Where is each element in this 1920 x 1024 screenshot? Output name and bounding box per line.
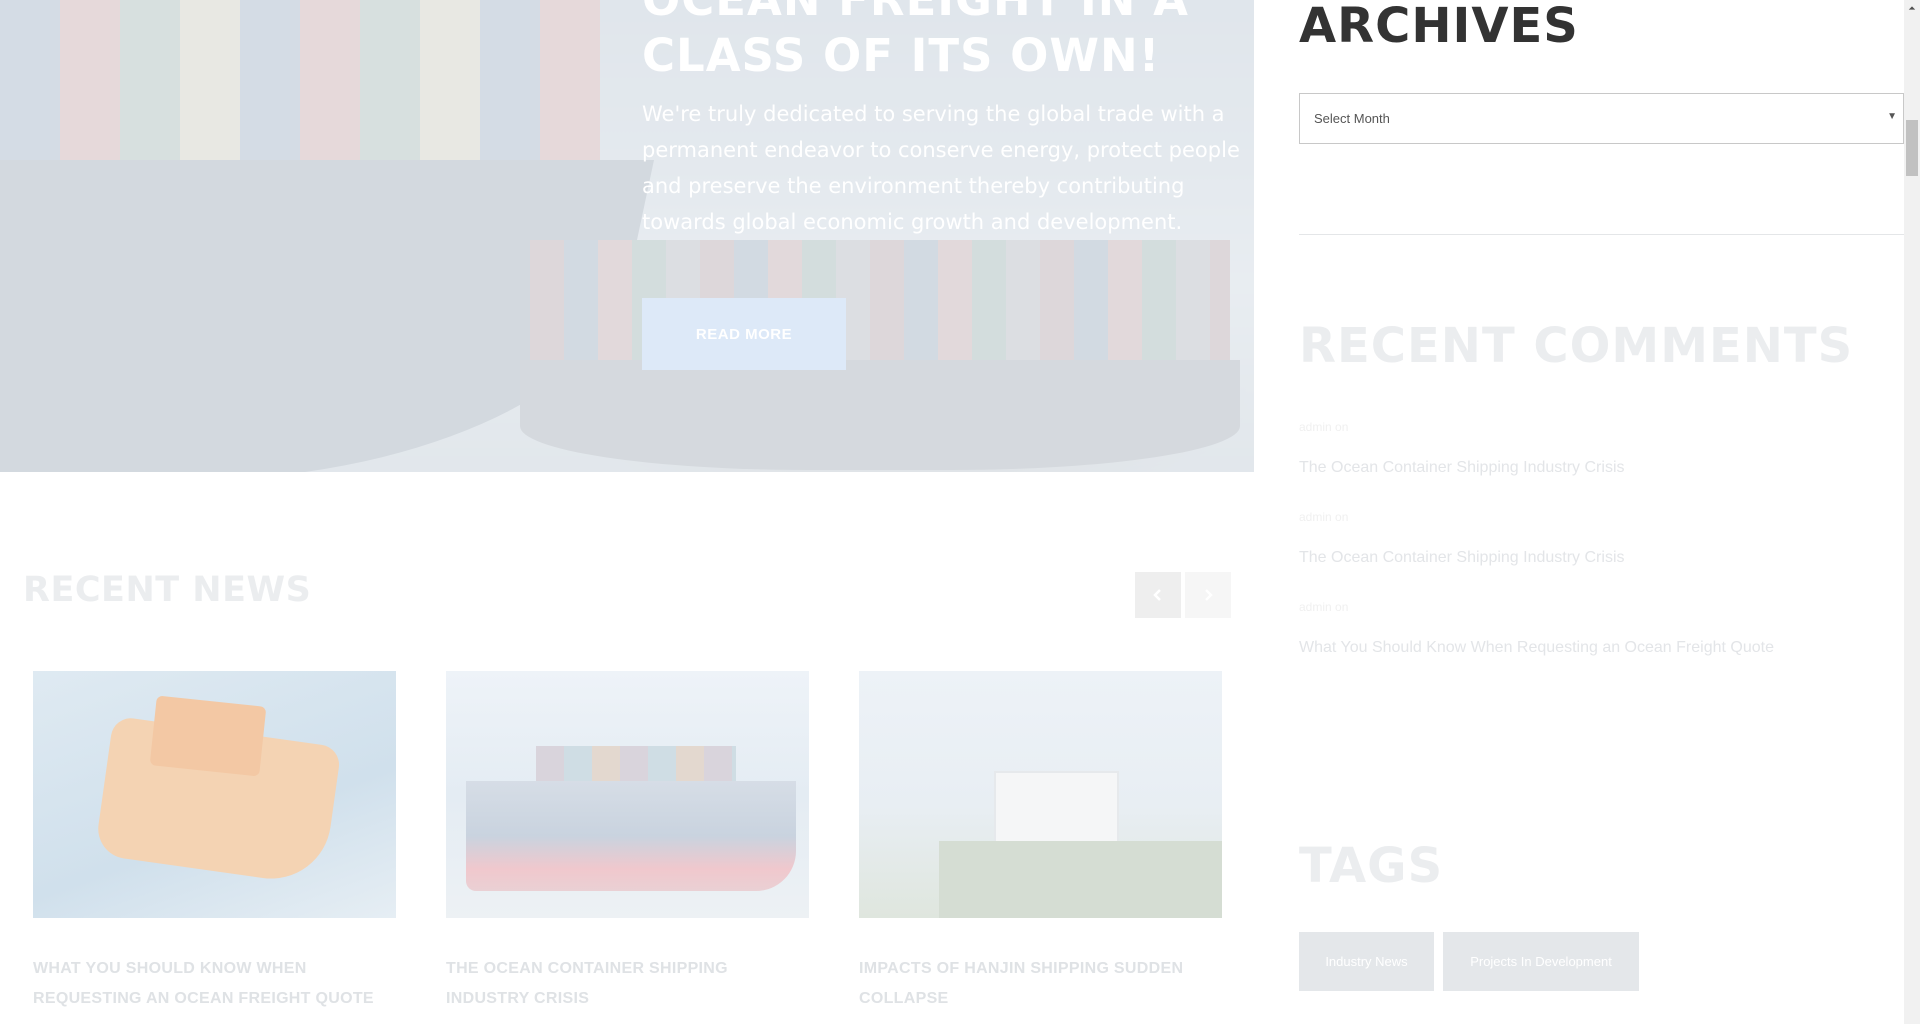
caret-down-icon: ▼ (1887, 111, 1897, 122)
comment-link[interactable]: The Ocean Container Shipping Industry Cr… (1299, 549, 1625, 567)
tag-industry-news[interactable]: Industry News (1299, 932, 1434, 991)
scroll-up-arrow-icon[interactable] (1904, 0, 1920, 16)
comment-link[interactable]: The Ocean Container Shipping Industry Cr… (1299, 459, 1625, 477)
recent-comments-title: RECENT COMMENTS (1299, 318, 1854, 374)
carousel-next-button[interactable] (1185, 572, 1231, 618)
recent-news-title: RECENT NEWS (23, 570, 312, 610)
page-scrollbar[interactable] (1904, 0, 1920, 1024)
archives-select-value: Select Month (1314, 111, 1390, 126)
hero-banner: OCEAN FREIGHT IN A CLASS OF ITS OWN! We'… (0, 0, 1254, 472)
news-card-image-ship-deck[interactable] (859, 671, 1222, 918)
archives-title: ARCHIVES (1299, 0, 1579, 54)
news-card[interactable]: WHAT YOU SHOULD KNOW WHEN REQUESTING AN … (33, 671, 396, 1014)
news-card-title[interactable]: WHAT YOU SHOULD KNOW WHEN REQUESTING AN … (33, 954, 396, 1014)
archives-month-select[interactable]: Select Month ▼ (1299, 93, 1904, 144)
hero-description: We're truly dedicated to serving the glo… (642, 102, 1240, 234)
divider (1299, 234, 1904, 235)
news-card-image-tugboat[interactable] (33, 671, 396, 918)
scrollbar-thumb[interactable] (1906, 120, 1918, 176)
news-card-title[interactable]: IMPACTS OF HANJIN SHIPPING SUDDEN COLLAP… (859, 954, 1222, 1014)
sidebar: ARCHIVES Select Month ▼ RECENT COMMENTS … (1254, 0, 1904, 1024)
comment-meta: admin on (1299, 510, 1349, 524)
carousel-prev-button[interactable] (1135, 572, 1181, 618)
read-more-button[interactable]: READ MORE (642, 298, 846, 370)
comment-meta: admin on (1299, 420, 1349, 434)
news-card[interactable]: IMPACTS OF HANJIN SHIPPING SUDDEN COLLAP… (859, 671, 1222, 1014)
news-card-title[interactable]: THE OCEAN CONTAINER SHIPPING INDUSTRY CR… (446, 954, 809, 1014)
chevron-left-icon (1153, 589, 1161, 601)
comment-link[interactable]: What You Should Know When Requesting an … (1299, 639, 1774, 657)
chevron-right-icon (1205, 589, 1213, 601)
comment-meta: admin on (1299, 600, 1349, 614)
news-card[interactable]: THE OCEAN CONTAINER SHIPPING INDUSTRY CR… (446, 671, 809, 1014)
hero-title: OCEAN FREIGHT IN A CLASS OF ITS OWN! (642, 0, 1188, 82)
tag-projects-in-development[interactable]: Projects In Development (1443, 932, 1639, 991)
news-card-image-container-ship[interactable] (446, 671, 809, 918)
tags-title: TAGS (1299, 838, 1444, 894)
